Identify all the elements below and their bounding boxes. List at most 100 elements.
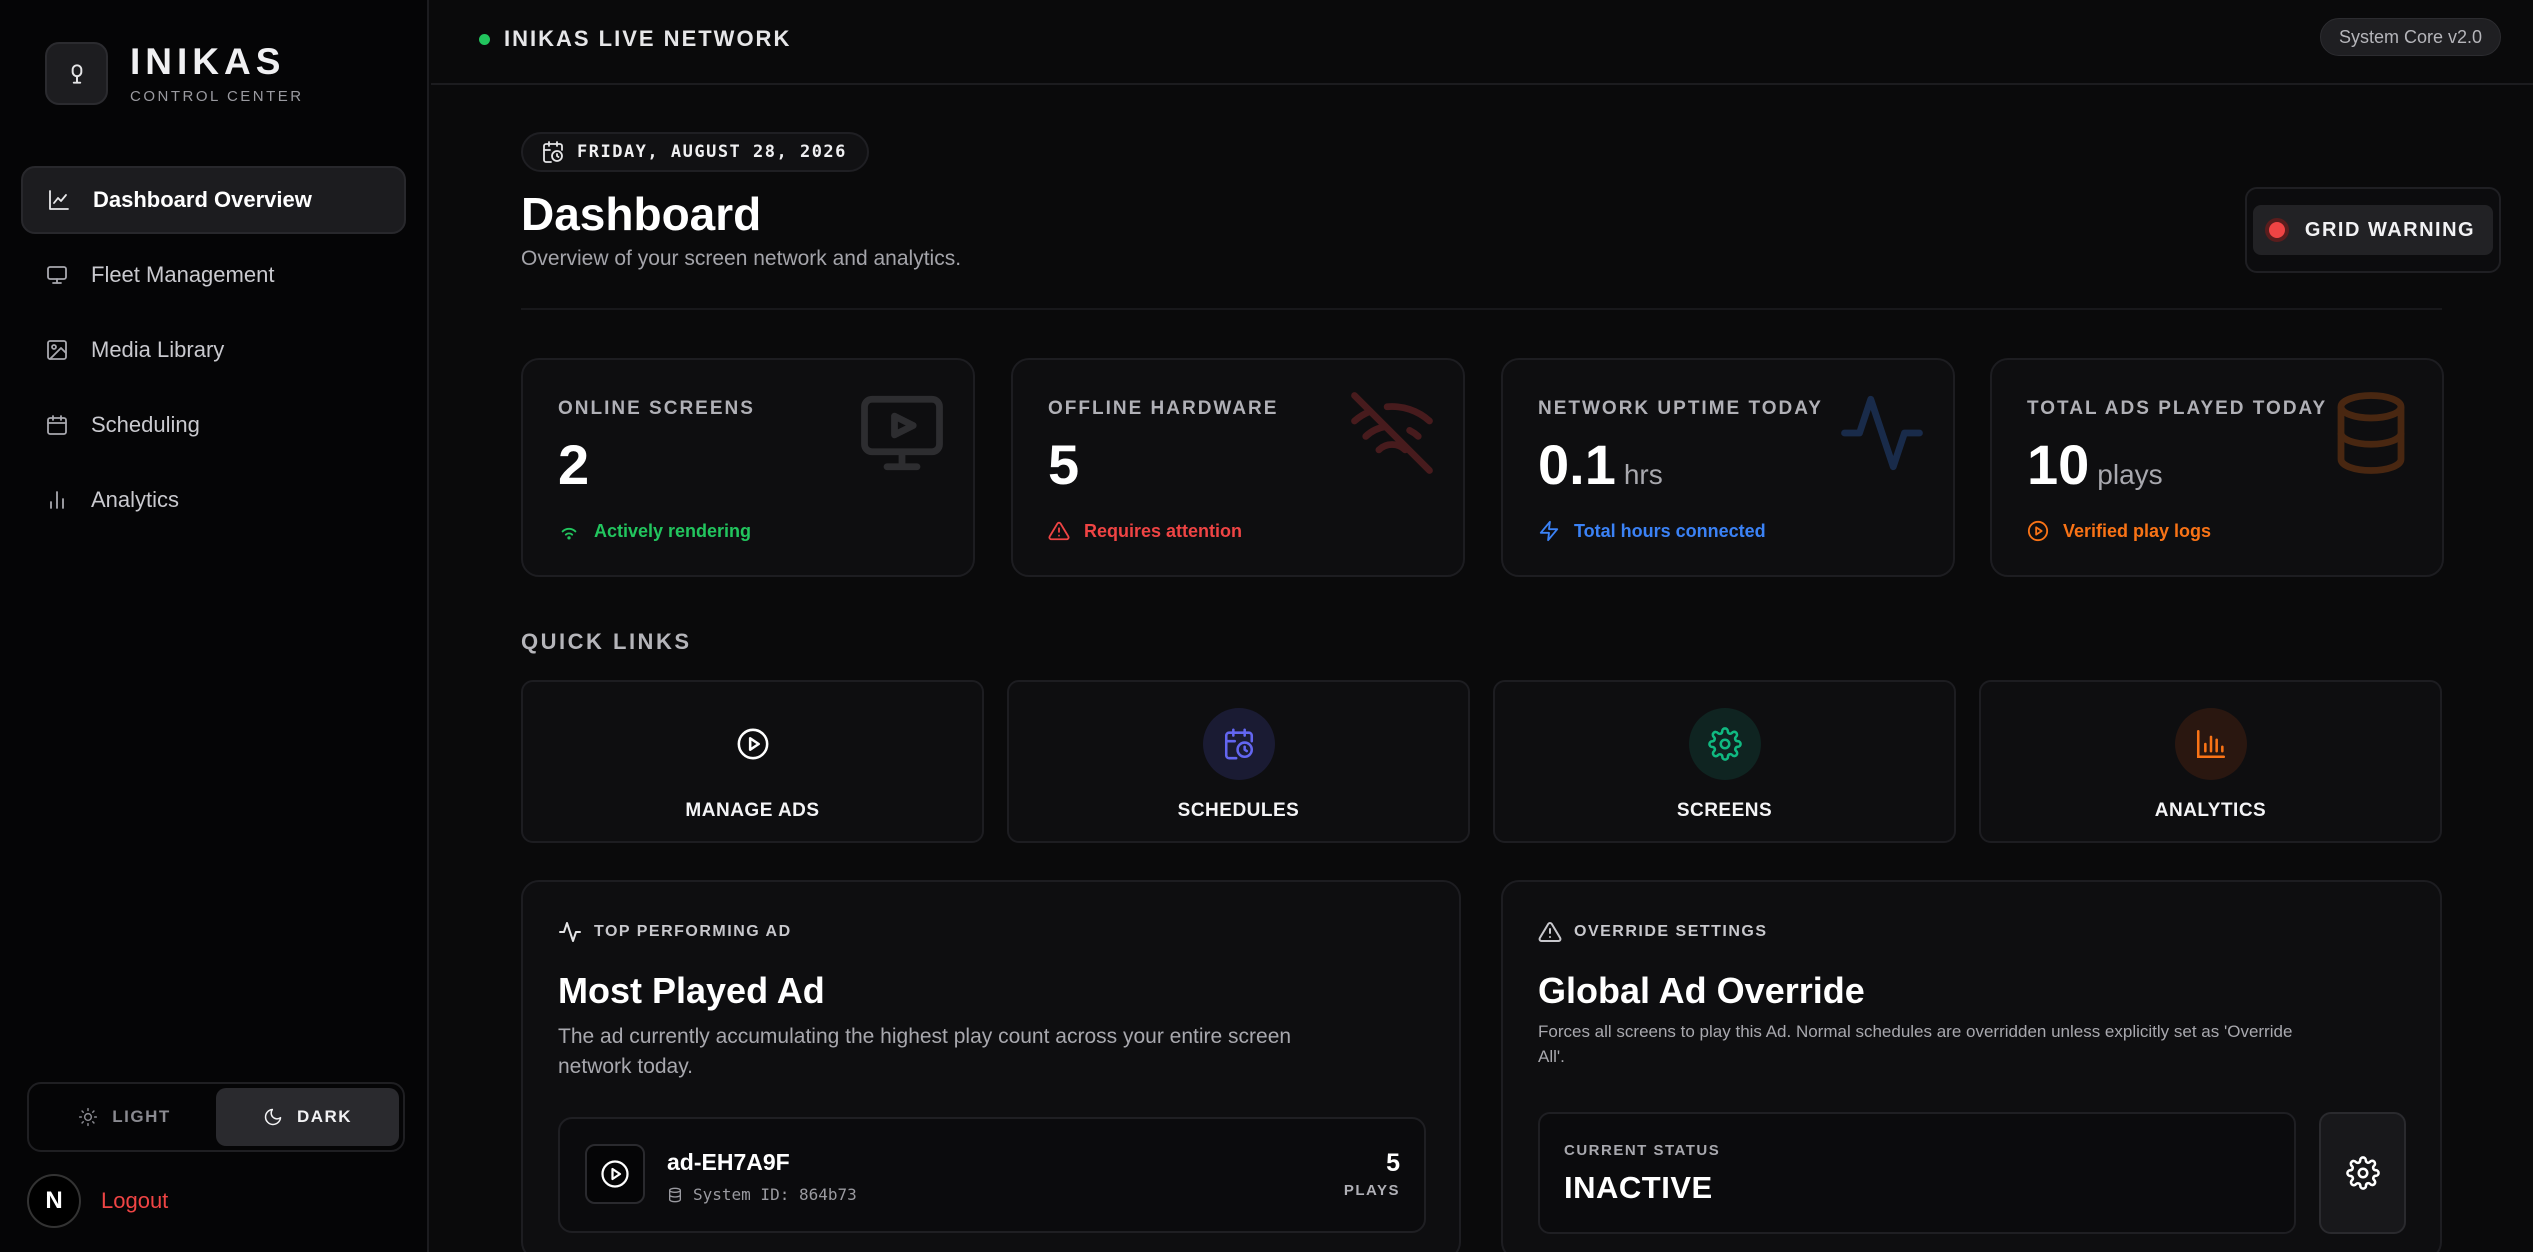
main-content: FRIDAY, AUGUST 28, 2026 Dashboard Overvi…	[431, 87, 2533, 1252]
grid-warning-label: GRID WARNING	[2304, 218, 2476, 241]
top-performing-ad-panel: TOP PERFORMING AD Most Played Ad The ad …	[521, 880, 1461, 1252]
ad-play-count: 5 PLAYS	[1344, 1149, 1400, 1199]
gear-icon	[1707, 727, 1742, 761]
wifi-icon	[561, 527, 577, 540]
brand-logo-icon	[45, 42, 108, 105]
light-theme-button[interactable]: LIGHT	[33, 1088, 216, 1146]
panel-title: Most Played Ad	[558, 970, 825, 1011]
quick-link-screens[interactable]: SCREENS	[1493, 680, 1956, 843]
quick-link-icon-wrap	[1688, 708, 1761, 780]
current-date: FRIDAY, AUGUST 28, 2026	[577, 142, 847, 162]
monitor-play-icon	[861, 395, 943, 471]
network-name: INIKAS LIVE NETWORK	[504, 26, 792, 51]
calendar-icon	[47, 415, 67, 435]
quick-link-schedules[interactable]: SCHEDULES	[1007, 680, 1470, 843]
bar-chart-icon	[50, 491, 64, 509]
sidebar-item-label: Scheduling	[91, 412, 200, 437]
play-circle-icon	[737, 728, 768, 760]
dark-theme-label: DARK	[296, 1107, 353, 1126]
sidebar-item-label: Media Library	[91, 337, 225, 362]
ad-plays-value: 5	[1386, 1149, 1400, 1177]
page-title: Dashboard	[521, 188, 762, 240]
monitor-icon	[47, 266, 67, 284]
quick-link-label: SCREENS	[1676, 800, 1773, 821]
ad-play-button[interactable]	[585, 1144, 645, 1204]
zap-icon	[1539, 520, 1559, 542]
play-circle-icon	[2027, 520, 2049, 542]
sidebar-item-dashboard-overview[interactable]: Dashboard Overview	[21, 166, 406, 234]
stat-value: 10	[2027, 433, 2090, 496]
gear-icon	[2345, 1156, 2380, 1190]
stat-note-text: Requires attention	[1084, 520, 1243, 541]
panel-kicker-text: OVERRIDE SETTINGS	[1574, 923, 1768, 940]
ad-plays-label: PLAYS	[1343, 1182, 1400, 1199]
live-network-indicator: INIKAS LIVE NETWORK	[479, 26, 791, 52]
ad-name: ad-EH7A9F	[667, 1149, 790, 1175]
theme-toggle: LIGHT DARK	[27, 1082, 405, 1152]
light-theme-label: LIGHT	[112, 1107, 171, 1126]
stat-unit: plays	[2097, 459, 2163, 490]
stat-note: Verified play logs	[2027, 520, 2211, 542]
stat-card-online-screens: ONLINE SCREENS 2 Actively rendering	[521, 358, 975, 577]
stat-note: Actively rendering	[558, 520, 751, 542]
quick-link-manage-ads[interactable]: MANAGE ADS	[521, 680, 984, 843]
stat-value: 2	[558, 433, 590, 496]
global-override-panel: OVERRIDE SETTINGS Global Ad Override For…	[1501, 880, 2442, 1252]
panel-kicker: OVERRIDE SETTINGS	[1538, 920, 1768, 944]
grid-warning-button[interactable]: GRID WARNING	[2252, 205, 2494, 255]
database-icon	[2337, 392, 2405, 474]
top-ad-row[interactable]: ad-EH7A9F System ID: 864b73 5 PLAYS	[558, 1117, 1426, 1233]
database-icon	[669, 1187, 681, 1202]
wifi-off-icon	[1351, 392, 1433, 474]
stat-note-text: Total hours connected	[1574, 520, 1766, 541]
sidebar-item-analytics[interactable]: Analytics	[21, 466, 406, 534]
sidebar-item-label: Analytics	[91, 487, 180, 512]
dark-theme-button[interactable]: DARK	[216, 1088, 399, 1146]
panel-kicker: TOP PERFORMING AD	[558, 920, 792, 944]
panel-description: Forces all screens to play this Ad. Norm…	[1538, 1022, 2293, 1066]
quick-link-analytics[interactable]: ANALYTICS	[1979, 680, 2442, 843]
logout-label: Logout	[101, 1188, 169, 1213]
play-circle-icon	[601, 1160, 629, 1188]
topbar: INIKAS LIVE NETWORK System Core v2.0	[431, 0, 2533, 85]
activity-icon	[559, 922, 581, 942]
quick-link-label: MANAGE ADS	[685, 800, 820, 821]
stat-label: ONLINE SCREENS	[558, 398, 755, 419]
status-value: INACTIVE	[1564, 1170, 1713, 1205]
stat-card-total-ads-played: TOTAL ADS PLAYED TODAY 10 plays Verified…	[1990, 358, 2444, 577]
panel-description: The ad currently accumulating the highes…	[558, 1025, 1292, 1078]
sidebar-nav: Dashboard Overview Fleet Management Medi…	[21, 166, 406, 541]
sidebar-item-fleet-management[interactable]: Fleet Management	[21, 241, 406, 309]
calendar-clock-icon	[1224, 728, 1253, 760]
header-divider	[521, 308, 2442, 310]
chart-line-icon	[49, 190, 69, 210]
quick-link-label: ANALYTICS	[2154, 800, 2267, 821]
stat-note: Total hours connected	[1538, 520, 1766, 542]
quick-link-icon-wrap	[2174, 708, 2247, 780]
stat-unit: hrs	[1623, 459, 1663, 490]
sidebar-item-media-library[interactable]: Media Library	[21, 316, 406, 384]
quick-link-icon-wrap	[1202, 708, 1275, 780]
activity-icon	[1841, 395, 1923, 471]
quick-links-title: QUICK LINKS	[521, 629, 692, 654]
avatar: N	[27, 1174, 81, 1228]
brand: INIKAS CONTROL CENTER	[45, 42, 304, 105]
bar-chart-icon	[2196, 729, 2225, 759]
stat-label: OFFLINE HARDWARE	[1048, 398, 1279, 419]
stat-note-text: Verified play logs	[2063, 520, 2212, 541]
sidebar-item-scheduling[interactable]: Scheduling	[21, 391, 406, 459]
override-settings-button[interactable]	[2319, 1112, 2406, 1234]
logout-button[interactable]: N Logout	[27, 1174, 168, 1228]
status-label: CURRENT STATUS	[1564, 1142, 1721, 1159]
ad-system-id: System ID: 864b73	[667, 1185, 857, 1204]
stat-card-network-uptime: NETWORK UPTIME TODAY 0.1 hrs Total hours…	[1501, 358, 1955, 577]
alert-triangle-icon	[1048, 521, 1070, 541]
sun-icon	[79, 1107, 98, 1127]
stat-value: 0.1	[1538, 433, 1616, 496]
stat-label: TOTAL ADS PLAYED TODAY	[2027, 398, 2328, 419]
sidebar-item-label: Dashboard Overview	[93, 187, 312, 212]
brand-name: INIKAS	[130, 41, 286, 82]
image-icon	[47, 340, 67, 360]
override-status-box: CURRENT STATUS INACTIVE	[1538, 1112, 2296, 1234]
page-subtitle: Overview of your screen network and anal…	[521, 247, 962, 270]
